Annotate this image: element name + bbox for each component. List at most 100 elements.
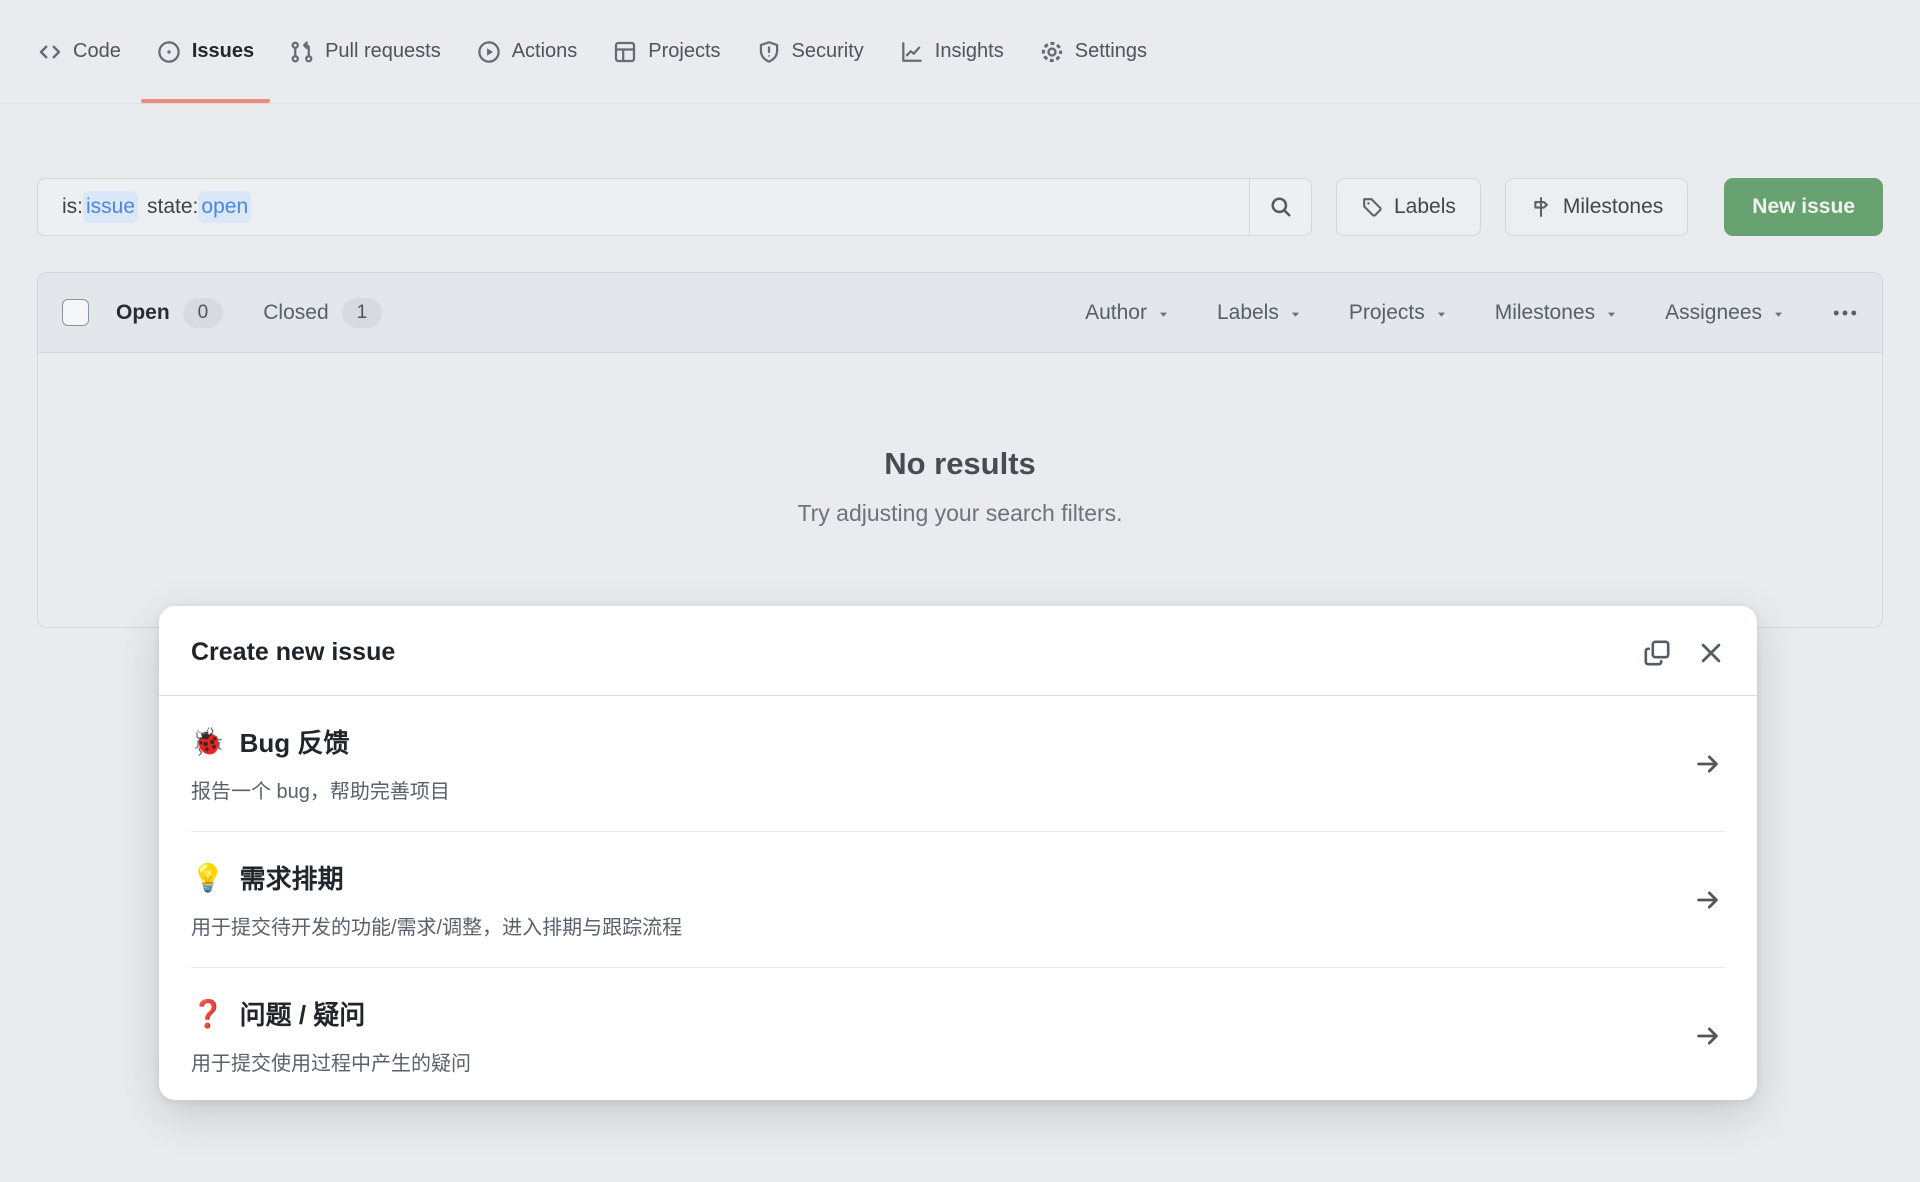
issues-list: Open 0 Closed 1 Author Labels Projects	[37, 272, 1883, 628]
template-description: 报告一个 bug，帮助完善项目	[191, 775, 1695, 804]
projects-filter-dropdown[interactable]: Projects	[1349, 301, 1449, 325]
search-token-open: open	[198, 191, 251, 223]
template-title-text: Bug 反馈	[240, 723, 350, 760]
nav-tab-label: Issues	[192, 40, 254, 63]
filter-label: Author	[1085, 301, 1147, 325]
template-item-feature[interactable]: 💡 需求排期 用于提交待开发的功能/需求/调整，进入排期与跟踪流程	[191, 831, 1725, 967]
template-description: 用于提交使用过程中产生的疑问	[191, 1047, 1695, 1076]
closed-count-badge: 1	[342, 298, 383, 328]
empty-state-title: No results	[884, 446, 1036, 482]
template-item-question[interactable]: ❓ 问题 / 疑问 用于提交使用过程中产生的疑问	[191, 967, 1725, 1103]
labels-filter-dropdown[interactable]: Labels	[1217, 301, 1303, 325]
filter-label: Milestones	[1495, 301, 1595, 325]
copy-icon[interactable]	[1643, 639, 1671, 667]
template-title: 💡 需求排期	[191, 859, 1695, 896]
milestones-button-label: Milestones	[1563, 195, 1663, 219]
issue-template-list: 🐞 Bug 反馈 报告一个 bug，帮助完善项目 💡 需求排期 用于提交待开发的…	[159, 696, 1757, 1103]
nav-tab-issues[interactable]: Issues	[139, 0, 272, 103]
nav-tab-security[interactable]: Security	[739, 0, 882, 103]
arrow-right-icon	[1695, 887, 1721, 913]
play-icon	[477, 40, 501, 64]
table-icon	[613, 40, 637, 64]
search-icon	[1269, 195, 1293, 219]
assignees-filter-dropdown[interactable]: Assignees	[1665, 301, 1786, 325]
closed-issues-tab[interactable]: Closed 1	[263, 298, 382, 328]
search-qualifier: is:	[62, 195, 83, 219]
nav-tab-label: Projects	[648, 40, 720, 63]
filter-bar: Author Labels Projects Milestones Assign…	[1085, 300, 1858, 326]
repo-nav: Code Issues Pull requests Actions Projec…	[0, 0, 1920, 104]
chevron-down-icon	[1288, 307, 1303, 322]
labels-button[interactable]: Labels	[1336, 178, 1481, 236]
lightbulb-emoji-icon: 💡	[191, 862, 225, 894]
tag-icon	[1361, 196, 1383, 218]
issue-opened-icon	[157, 40, 181, 64]
code-icon	[38, 40, 62, 64]
question-emoji-icon: ❓	[191, 998, 225, 1030]
empty-state-subtitle: Try adjusting your search filters.	[797, 500, 1122, 527]
graph-icon	[900, 40, 924, 64]
issues-list-header: Open 0 Closed 1 Author Labels Projects	[38, 273, 1882, 353]
modal-header: Create new issue	[159, 606, 1757, 696]
nav-tab-label: Code	[73, 40, 121, 63]
search-button[interactable]	[1249, 179, 1311, 235]
filter-label: Labels	[1217, 301, 1279, 325]
nav-tab-code[interactable]: Code	[20, 0, 139, 103]
nav-tab-label: Actions	[512, 40, 578, 63]
search-query[interactable]: is:issue state:open	[38, 179, 1249, 235]
shield-icon	[757, 40, 781, 64]
nav-tab-projects[interactable]: Projects	[595, 0, 738, 103]
template-title: ❓ 问题 / 疑问	[191, 995, 1695, 1032]
template-title: 🐞 Bug 反馈	[191, 723, 1695, 760]
select-all-checkbox[interactable]	[62, 299, 89, 326]
search-toolbar: is:issue state:open Labels Milestones New…	[37, 178, 1883, 236]
milestones-button[interactable]: Milestones	[1505, 178, 1688, 236]
nav-tab-label: Settings	[1075, 40, 1147, 63]
open-tab-label: Open	[116, 301, 170, 325]
nav-tab-label: Security	[792, 40, 864, 63]
open-issues-tab[interactable]: Open 0	[116, 298, 223, 328]
arrow-right-icon	[1695, 751, 1721, 777]
new-issue-button-label: New issue	[1752, 195, 1855, 219]
new-issue-button[interactable]: New issue	[1724, 178, 1883, 236]
labels-button-label: Labels	[1394, 195, 1456, 219]
template-title-text: 需求排期	[240, 859, 344, 896]
gear-icon	[1040, 40, 1064, 64]
chevron-down-icon	[1771, 307, 1786, 322]
empty-state: No results Try adjusting your search fil…	[38, 353, 1882, 627]
issues-page: is:issue state:open Labels Milestones New…	[0, 104, 1920, 628]
open-count-badge: 0	[183, 298, 224, 328]
create-issue-modal: Create new issue 🐞 Bug 反馈 报告一个 bug，帮助完善项…	[159, 606, 1757, 1100]
nav-tab-label: Insights	[935, 40, 1004, 63]
milestone-icon	[1530, 196, 1552, 218]
filter-label: Assignees	[1665, 301, 1762, 325]
chevron-down-icon	[1434, 307, 1449, 322]
chevron-down-icon	[1604, 307, 1619, 322]
close-icon[interactable]	[1697, 639, 1725, 667]
milestones-filter-dropdown[interactable]: Milestones	[1495, 301, 1619, 325]
arrow-right-icon	[1695, 1023, 1721, 1049]
template-text: 💡 需求排期 用于提交待开发的功能/需求/调整，进入排期与跟踪流程	[191, 859, 1695, 940]
chevron-down-icon	[1156, 307, 1171, 322]
nav-tab-settings[interactable]: Settings	[1022, 0, 1165, 103]
more-options-button[interactable]	[1832, 300, 1858, 326]
search-token-issue: issue	[83, 191, 138, 223]
nav-tab-label: Pull requests	[325, 40, 441, 63]
nav-tab-actions[interactable]: Actions	[459, 0, 596, 103]
template-text: ❓ 问题 / 疑问 用于提交使用过程中产生的疑问	[191, 995, 1695, 1076]
nav-tab-pull-requests[interactable]: Pull requests	[272, 0, 459, 103]
search-qualifier: state:	[147, 195, 198, 219]
git-pull-request-icon	[290, 40, 314, 64]
bug-emoji-icon: 🐞	[191, 726, 225, 758]
template-description: 用于提交待开发的功能/需求/调整，进入排期与跟踪流程	[191, 911, 1695, 940]
modal-actions	[1643, 639, 1725, 667]
modal-title: Create new issue	[191, 638, 395, 667]
template-text: 🐞 Bug 反馈 报告一个 bug，帮助完善项目	[191, 723, 1695, 804]
search-input[interactable]: is:issue state:open	[37, 178, 1312, 236]
nav-tab-insights[interactable]: Insights	[882, 0, 1022, 103]
template-title-text: 问题 / 疑问	[240, 995, 366, 1032]
closed-tab-label: Closed	[263, 301, 328, 325]
author-filter-dropdown[interactable]: Author	[1085, 301, 1171, 325]
template-item-bug[interactable]: 🐞 Bug 反馈 报告一个 bug，帮助完善项目	[191, 696, 1725, 831]
filter-label: Projects	[1349, 301, 1425, 325]
